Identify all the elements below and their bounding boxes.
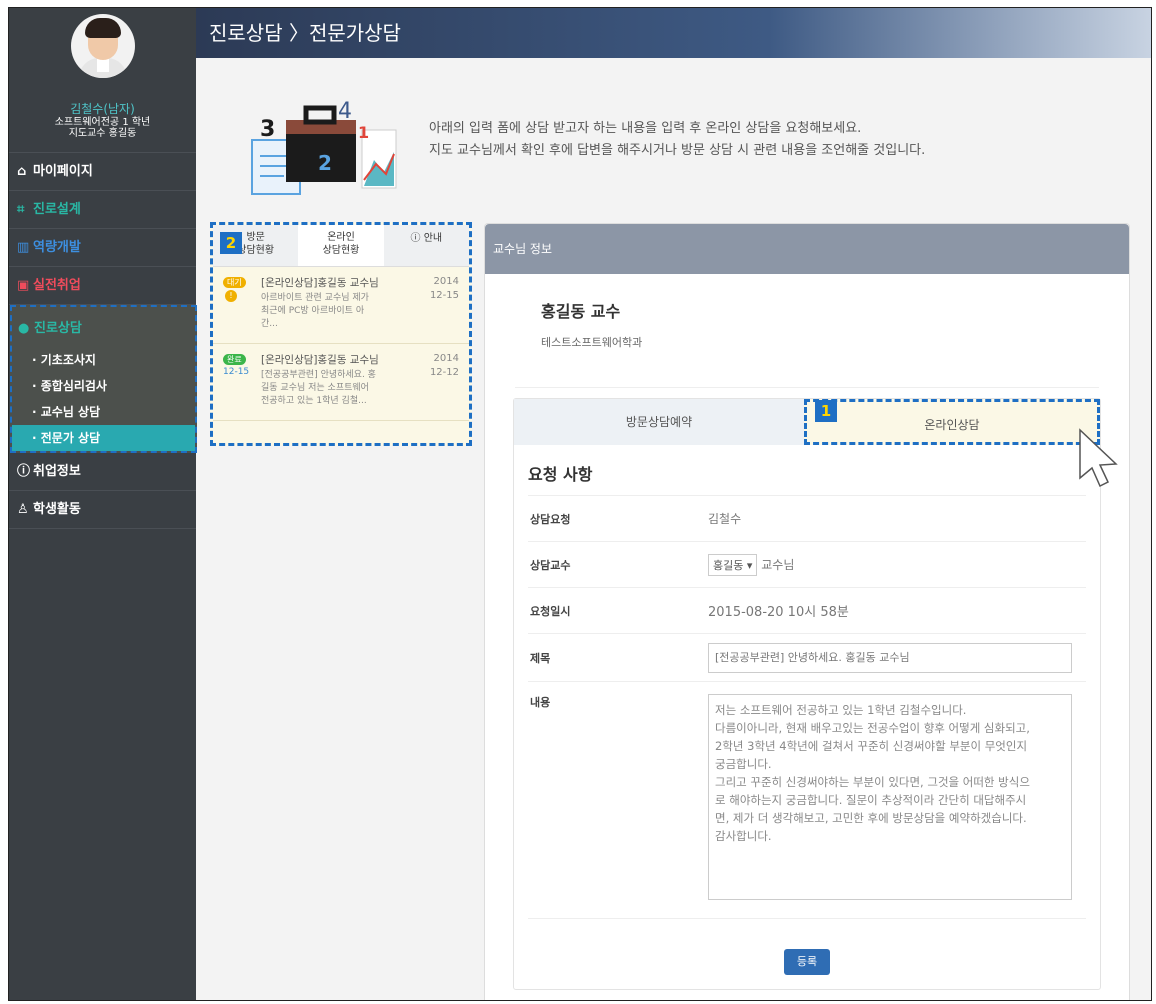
list-item[interactable]: 대기 ! [온라인상담]홍길동 교수님 아르바이트 관련 교수님 제가 최근에 … [213,267,469,344]
sidebar-item-label: 진로설계 [33,202,81,217]
card-header: 교수님 정보 [485,224,1129,274]
sidebar-subitem-psych-test[interactable]: · 종합심리검사 [12,373,195,399]
sidebar-item-job-info[interactable]: ⓘ 취업정보 [9,453,196,491]
users-icon: ♙ [17,502,29,517]
tab-online-status[interactable]: 온라인 상담현황 [298,225,384,266]
bar-chart-icon: ▥ [17,240,30,255]
home-icon: ⌂ [17,164,27,179]
page-title: 진로상담 〉전문가상담 [209,21,401,45]
date-label: 요청일시 [530,604,571,618]
annotation-badge-1: 1 [815,400,837,422]
professor-department: 테스트소프트웨어학과 [541,336,643,349]
intro-line-2: 지도 교수님께서 확인 후에 답변을 해주시거나 방문 상담 시 관련 내용을 … [429,143,926,158]
sidebar-item-label: 역량개발 [33,240,81,255]
professor-block: 홍길동 교수 테스트소프트웨어학과 [515,298,1099,388]
sidebar-item-label: 진로상담 [34,321,82,336]
form-title: 요청 사항 [528,461,1086,496]
list-item-date: 2014 12-15 [429,276,459,301]
alert-icon: ! [225,290,237,302]
counseling-status-panel: 방문 상담현황 온라인 상담현황 ⓘ 안내 대기 ! [온라인상담]홍길동 교수… [210,222,472,446]
tab-online-counseling[interactable]: 온라인상담 [804,399,1100,445]
tab-info[interactable]: ⓘ 안내 [384,225,469,266]
professor-label: 상담교수 [530,558,571,572]
row-professor: 상담교수 홍길동 ▾ 교수님 [528,542,1086,588]
request-value: 김철수 [708,512,742,526]
request-label: 상담요청 [530,512,571,526]
intro-line-1: 아래의 입력 폼에 상담 받고자 하는 내용을 입력 후 온라인 상담을 요청해… [429,121,862,136]
sidebar-item-career-design[interactable]: ⌗ 진로설계 [9,191,196,229]
professor-suffix: 교수님 [761,557,795,572]
status-badge: 대기 [223,277,246,288]
illus-number-1: 1 [358,123,369,142]
sidebar-subitem-expert[interactable]: · 전문가 상담 [12,425,195,451]
intro-description: 아래의 입력 폼에 상담 받고자 하는 내용을 입력 후 온라인 상담을 요청해… [429,118,925,162]
profile-advisor: 지도교수 홍길동 [68,128,137,139]
sidebar-subitem-basic-survey[interactable]: · 기초조사지 [12,347,195,373]
mouse-cursor-icon [1079,428,1118,488]
sidebar-item-student-activity[interactable]: ♙ 학생활동 [9,491,196,529]
profile-major: 소프트웨어전공 1 학년 [54,117,151,128]
app-frame: 김철수(남자) 소프트웨어전공 1 학년 지도교수 홍길동 ⌂ 마이페이지 ⌗ 진로… [8,7,1152,1001]
sidebar-nav: ⌂ 마이페이지 ⌗ 진로설계 ▥ 역량개발 ▣ 실전취업 ● 진로상담 · 기초조사지 ·… [9,152,197,529]
sidebar-item-mypage[interactable]: ⌂ 마이페이지 [9,153,196,191]
row-content: 내용 저는 소프트웨어 전공하고 있는 1학년 김철수입니다. 다름이아니라, … [528,682,1086,918]
info-icon: ⓘ [17,464,31,479]
annotation-badge-2: 2 [220,232,242,254]
row-request: 상담요청 김철수 [528,496,1086,542]
sidebar-item-label: 마이페이지 [33,164,93,179]
page-header: 진로상담 〉전문가상담 [196,8,1151,58]
sidebar-item-counseling[interactable]: ● 진로상담 [12,307,195,347]
list-item[interactable]: 완료 12-15 [온라인상담]홍길동 교수님 [전공공부관련] 안녕하세요. … [213,344,469,421]
submit-button[interactable]: 등록 [784,949,830,975]
list-item-date: 2014 12-12 [429,353,459,378]
row-date: 요청일시 2015-08-20 10시 58분 [528,588,1086,634]
counseling-illustration: 3 4 1 2 [251,99,397,195]
status-tabs: 방문 상담현황 온라인 상담현황 ⓘ 안내 [213,225,469,267]
sidebar-subitem-professor[interactable]: · 교수님 상담 [12,399,195,425]
avatar [70,14,135,78]
row-title: 제목 [전공공부관련] 안녕하세요. 홍길동 교수님 [528,634,1086,682]
title-label: 제목 [530,651,551,665]
sidebar-item-competency[interactable]: ▥ 역량개발 [9,229,196,267]
sidebar-item-employment[interactable]: ▣ 실전취업 [9,267,196,305]
request-tabs: 방문상담예약 온라인상담 [514,399,1100,445]
profile-name: 김철수(남자) [70,102,135,116]
sidebar: 김철수(남자) 소프트웨어전공 1 학년 지도교수 홍길동 ⌂ 마이페이지 ⌗ 진로… [9,8,197,1000]
title-input[interactable]: [전공공부관련] 안녕하세요. 홍길동 교수님 [708,642,1072,673]
sidebar-item-label: 취업정보 [33,464,81,479]
list-item-body: 아르바이트 관련 교수님 제가 최근에 PC방 아르바이트 아 간... [261,293,369,329]
request-form-panel: 방문상담예약 온라인상담 요청 사항 상담요청 김철수 상담교수 홍길동 ▾ 교… [513,398,1101,990]
sidebar-item-label: 실전취업 [33,278,81,293]
illus-number-4: 4 [338,99,352,124]
professor-info-card: 교수님 정보 홍길동 교수 테스트소프트웨어학과 방문상담예약 온라인상담 요청… [484,223,1130,1000]
profile-block: 김철수(남자) 소프트웨어전공 1 학년 지도교수 홍길동 [9,8,196,152]
professor-select[interactable]: 홍길동 ▾ [708,553,758,576]
tab-visit-reservation[interactable]: 방문상담예약 [514,399,804,445]
illus-number-3: 3 [260,117,275,142]
status-badge: 완료 [223,354,246,365]
list-item-body: [전공공부관련] 안녕하세요. 홍 길동 교수님 저는 소프트웨어 전공하고 있… [261,370,376,406]
content-textarea[interactable]: 저는 소프트웨어 전공하고 있는 1학년 김철수입니다. 다름이아니라, 현재 … [708,694,1072,900]
chat-icon: ● [18,321,30,336]
sidebar-item-label: 학생활동 [33,502,81,517]
date-value: 2015-08-20 10시 58분 [708,605,849,620]
content-label: 내용 [530,696,551,709]
illus-number-2: 2 [318,151,332,175]
sidebar-group-counseling: ● 진로상담 · 기초조사지 · 종합심리검사 · 교수님 상담 · 전문가 상담 [10,305,197,453]
caret-down-icon: ▾ [746,558,753,572]
chart-icon: ⌗ [17,202,25,217]
briefcase-icon: ▣ [17,278,30,293]
professor-name: 홍길동 교수 [541,302,621,321]
list-item-subdate: 12-15 [223,367,250,377]
